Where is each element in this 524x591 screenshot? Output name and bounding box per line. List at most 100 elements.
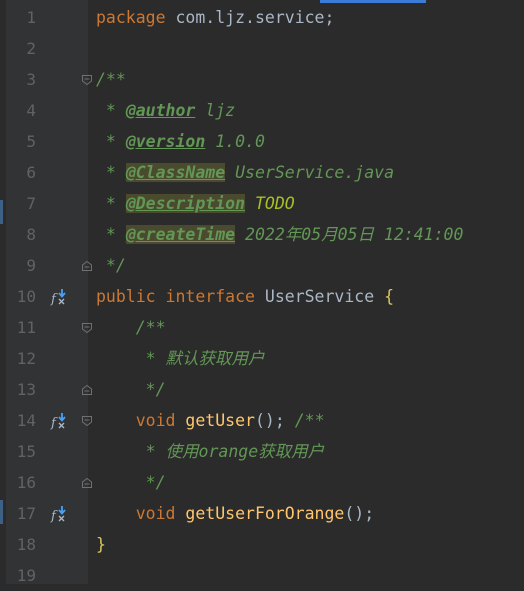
code-token: void <box>96 411 186 430</box>
code-token: /** <box>96 318 166 337</box>
code-text[interactable]: * @author ljz <box>96 95 235 126</box>
code-token: @createTime <box>125 225 236 244</box>
code-token: /** <box>294 411 325 430</box>
code-line[interactable]: 4 * @author ljz <box>0 95 524 126</box>
code-text[interactable]: * @createTime 2022年05月05日 12:41:00 <box>96 219 463 250</box>
code-line[interactable]: 16 */ <box>0 467 524 498</box>
code-token: public interface <box>96 287 265 306</box>
code-text[interactable]: } <box>96 529 106 560</box>
code-token: } <box>96 535 106 554</box>
code-text[interactable]: * @version 1.0.0 <box>96 126 265 157</box>
code-line[interactable]: 3 /** <box>0 64 524 95</box>
code-token: * <box>96 132 126 151</box>
code-token: UserService <box>264 287 385 306</box>
line-number: 8 <box>26 225 36 244</box>
code-line[interactable]: 18} <box>0 529 524 560</box>
code-token: TODO <box>245 194 295 213</box>
fold-collapse-icon[interactable] <box>81 74 93 86</box>
code-token: * <box>96 225 126 244</box>
code-line[interactable]: 7 * @Description TODO <box>0 188 524 219</box>
code-text[interactable]: package com.ljz.service; <box>96 2 334 33</box>
line-number: 18 <box>16 535 36 554</box>
code-token: ljz <box>195 101 236 120</box>
code-token: @Description <box>125 194 246 213</box>
code-token: @author <box>125 101 196 120</box>
code-token: { <box>384 287 395 306</box>
line-number: 3 <box>26 70 36 89</box>
implemented-gutter-icon[interactable]: f <box>50 505 68 523</box>
code-text[interactable]: */ <box>96 250 126 281</box>
code-token: * <box>96 163 126 182</box>
code-line[interactable]: 6 * @ClassName UserService.java <box>0 157 524 188</box>
line-number: 10 <box>16 287 36 306</box>
code-token: * <box>96 101 126 120</box>
svg-text:f: f <box>50 416 58 430</box>
code-line[interactable]: 9 */ <box>0 250 524 281</box>
code-token: package <box>96 8 176 27</box>
code-text[interactable]: void getUser(); /** <box>96 405 325 436</box>
code-token: * 使用orange获取用户 <box>96 442 325 461</box>
code-line[interactable]: 14 void getUser(); /** f <box>0 405 524 436</box>
code-line[interactable]: 1 package com.ljz.service; <box>0 2 524 33</box>
code-token: getUser <box>185 411 255 430</box>
implemented-gutter-icon[interactable]: f <box>50 288 68 306</box>
code-text[interactable]: void getUserForOrange(); <box>96 498 374 529</box>
code-line[interactable]: 5 * @version 1.0.0 <box>0 126 524 157</box>
code-line[interactable]: 15 * 使用orange获取用户 <box>0 436 524 467</box>
code-text[interactable]: * @Description TODO <box>96 188 295 219</box>
line-number: 14 <box>16 411 36 430</box>
fold-end-icon[interactable] <box>81 477 93 489</box>
line-number: 15 <box>16 442 36 461</box>
code-line[interactable]: 13 */ <box>0 374 524 405</box>
code-line[interactable]: 11 /** <box>0 312 524 343</box>
line-number: 5 <box>26 132 36 151</box>
code-text[interactable]: * 使用orange获取用户 <box>96 436 324 467</box>
fold-end-icon[interactable] <box>81 384 93 396</box>
implemented-gutter-icon[interactable]: f <box>50 412 68 430</box>
code-line[interactable]: 19 <box>0 560 524 591</box>
line-number: 1 <box>26 8 36 27</box>
code-text[interactable]: * 默认获取用户 <box>96 343 265 374</box>
line-number: 4 <box>26 101 36 120</box>
code-token: */ <box>96 473 166 492</box>
code-token: @version <box>125 132 206 151</box>
code-text[interactable]: /** <box>96 64 126 95</box>
code-token: com.ljz.service; <box>175 8 335 27</box>
code-line[interactable]: 17 void getUserForOrange(); f <box>0 498 524 529</box>
line-number: 6 <box>26 163 36 182</box>
code-token: void <box>96 504 186 523</box>
code-token: (); <box>254 411 295 430</box>
line-number: 19 <box>16 566 36 585</box>
svg-text:f: f <box>50 292 58 306</box>
line-number: 17 <box>16 504 36 523</box>
code-token: UserService.java <box>225 163 395 182</box>
code-token: getUserForOrange <box>185 504 345 523</box>
code-token: */ <box>96 380 166 399</box>
line-number: 12 <box>16 349 36 368</box>
line-number: 9 <box>26 256 36 275</box>
code-token: * 默认获取用户 <box>96 349 265 368</box>
code-text[interactable]: * @ClassName UserService.java <box>96 157 394 188</box>
code-token: 2022年05月05日 12:41:00 <box>235 225 464 244</box>
line-number: 13 <box>16 380 36 399</box>
code-line[interactable]: 8 * @createTime 2022年05月05日 12:41:00 <box>0 219 524 250</box>
code-token: /** <box>96 70 126 89</box>
line-number: 16 <box>16 473 36 492</box>
code-token: * <box>96 194 126 213</box>
code-line[interactable]: 12 * 默认获取用户 <box>0 343 524 374</box>
code-text[interactable]: */ <box>96 467 166 498</box>
fold-end-icon[interactable] <box>81 260 93 272</box>
code-text[interactable]: public interface UserService { <box>96 281 394 312</box>
code-text[interactable]: /** <box>96 312 166 343</box>
code-token: 1.0.0 <box>205 132 265 151</box>
line-number: 2 <box>26 39 36 58</box>
line-number: 7 <box>26 194 36 213</box>
code-line[interactable]: 2 <box>0 33 524 64</box>
svg-text:f: f <box>50 509 58 523</box>
code-token: */ <box>96 256 126 275</box>
code-text[interactable]: */ <box>96 374 166 405</box>
code-editor[interactable]: 1 package com.ljz.service; 2 3 /** 4 * @autho… <box>0 0 524 585</box>
fold-collapse-icon[interactable] <box>81 322 93 334</box>
code-line[interactable]: 10 public interface UserService { f <box>0 281 524 312</box>
fold-collapse-icon[interactable] <box>81 415 93 427</box>
